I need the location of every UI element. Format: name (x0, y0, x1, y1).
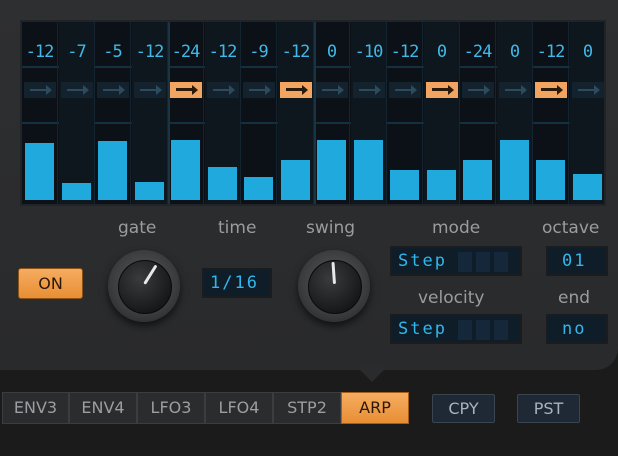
tab-lfo3[interactable]: LFO3 (137, 392, 205, 424)
time-value: 1/16 (210, 273, 259, 293)
copy-button[interactable]: CPY (432, 394, 495, 423)
step-velocity-bar[interactable] (500, 140, 529, 200)
arp-on-button[interactable]: ON (18, 268, 83, 299)
step-transpose-value[interactable]: -12 (204, 42, 241, 62)
step-transpose-value[interactable]: -24 (167, 42, 204, 62)
octave-field[interactable]: 01 (546, 246, 608, 276)
tab-env4[interactable]: ENV4 (69, 392, 137, 424)
step-velocity-bar[interactable] (573, 174, 602, 200)
step-velocity-bar[interactable] (317, 140, 346, 200)
step-tie-arrow-icon[interactable] (170, 82, 202, 98)
step-transpose-value[interactable]: -12 (131, 42, 168, 62)
step-transpose-value[interactable]: -10 (350, 42, 387, 62)
step-transpose-value[interactable]: 0 (423, 42, 460, 62)
step-velocity-bar[interactable] (536, 160, 565, 200)
beat-divider (314, 22, 316, 204)
step-velocity-bar[interactable] (354, 140, 383, 200)
step-tie-arrow-icon[interactable] (353, 82, 385, 98)
tab-lfo4[interactable]: LFO4 (205, 392, 273, 424)
gate-knob-cap (118, 260, 172, 314)
velocity-label: velocity (418, 288, 485, 308)
step-tie-arrow-icon[interactable] (280, 82, 312, 98)
velocity-field[interactable]: Step (390, 314, 522, 344)
step-transpose-value[interactable]: -12 (532, 42, 569, 62)
velocity-value: Step (398, 319, 447, 339)
end-value: no (562, 319, 587, 339)
step-transpose-value[interactable]: 0 (313, 42, 350, 62)
step-transpose-value[interactable]: -9 (240, 42, 277, 62)
step-tie-arrow-icon[interactable] (207, 82, 239, 98)
step-transpose-value[interactable]: -7 (58, 42, 95, 62)
octave-value: 01 (562, 251, 587, 271)
step-velocity-bar[interactable] (62, 183, 91, 200)
mode-field[interactable]: Step (390, 246, 522, 276)
step-tie-arrow-icon[interactable] (426, 82, 458, 98)
step-tie-arrow-icon[interactable] (572, 82, 604, 98)
step-velocity-bar[interactable] (244, 177, 273, 200)
step-sequencer-display[interactable]: -12 -7 -5 -12 -24 -12 -9 -12 0 -10 -12 0 -24 0 -12 0 (20, 20, 606, 206)
step-tie-arrow-icon[interactable] (97, 82, 129, 98)
swing-label: swing (306, 218, 356, 238)
end-field[interactable]: no (546, 314, 608, 344)
tab-env3[interactable]: ENV3 (2, 392, 69, 424)
step-transpose-value[interactable]: -12 (22, 42, 58, 62)
step-velocity-bar[interactable] (208, 167, 237, 200)
swing-knob-cap (308, 260, 362, 314)
mode-value: Step (398, 251, 447, 271)
step-tie-arrow-icon[interactable] (316, 82, 348, 98)
step-tie-arrow-icon[interactable] (243, 82, 275, 98)
step-velocity-bar[interactable] (135, 182, 164, 200)
step-velocity-bar[interactable] (171, 140, 200, 200)
step-velocity-bar[interactable] (390, 170, 419, 200)
step-transpose-value[interactable]: -24 (459, 42, 496, 62)
step-transpose-value[interactable]: -12 (386, 42, 423, 62)
step-velocity-bar[interactable] (25, 143, 54, 200)
tab-arp[interactable]: ARP (341, 392, 409, 424)
time-field[interactable]: 1/16 (202, 268, 272, 298)
octave-label: octave (542, 218, 600, 238)
step-tie-arrow-icon[interactable] (462, 82, 494, 98)
tab-stp2[interactable]: STP2 (273, 392, 341, 424)
step-transpose-value[interactable]: 0 (569, 42, 604, 62)
panel-notch (356, 366, 388, 382)
step-tie-arrow-icon[interactable] (389, 82, 421, 98)
step-tie-arrow-icon[interactable] (499, 82, 531, 98)
paste-button[interactable]: PST (517, 394, 580, 423)
mode-label: mode (432, 218, 481, 238)
swing-knob[interactable] (294, 246, 374, 326)
step-transpose-value[interactable]: -5 (94, 42, 131, 62)
step-velocity-bar[interactable] (463, 160, 492, 200)
step-transpose-value[interactable]: 0 (496, 42, 533, 62)
step-velocity-bar[interactable] (427, 170, 456, 200)
gate-knob[interactable] (104, 246, 184, 326)
beat-divider (168, 22, 170, 204)
step-velocity-bar[interactable] (98, 141, 127, 200)
step-tie-arrow-icon[interactable] (61, 82, 93, 98)
step-tie-arrow-icon[interactable] (535, 82, 567, 98)
end-label: end (558, 288, 591, 308)
gate-label: gate (118, 218, 157, 238)
step-velocity-bar[interactable] (281, 160, 310, 200)
time-label: time (218, 218, 257, 238)
step-tie-arrow-icon[interactable] (24, 82, 56, 98)
step-tie-arrow-icon[interactable] (134, 82, 166, 98)
step-transpose-value[interactable]: -12 (277, 42, 314, 62)
